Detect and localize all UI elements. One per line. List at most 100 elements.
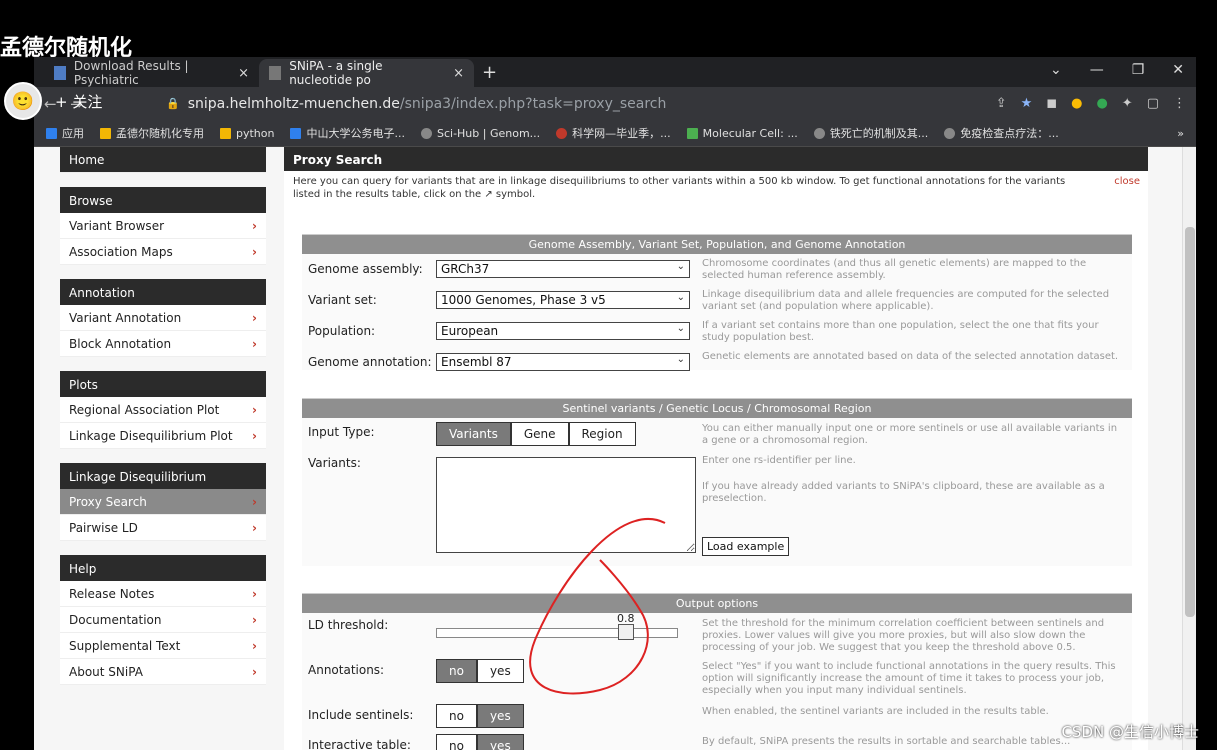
genome-section: Genome Assembly, Variant Set, Population… [302,234,1132,371]
sidebar-home-block: Home [60,147,266,173]
puzzle-icon[interactable]: ✦ [1122,96,1133,111]
chevron-right-icon: › [252,639,257,653]
sidebar-item-ld-plot[interactable]: Linkage Disequilibrium Plot › [60,423,266,449]
interactive-yes[interactable]: yes [476,734,524,750]
sidebar-item-pairwise-ld[interactable]: Pairwise LD › [60,515,266,541]
toolbar-icons: ⇪ ★ ◼ ● ● ✦ ▢ ⋮ [996,96,1186,111]
apps-icon [46,127,57,139]
tab-strip: Download Results | Psychiatric × SNiPA -… [34,57,1196,87]
avatar[interactable]: 🙂 [4,82,42,120]
sidebar-help-block: Help Release Notes › Documentation › Suppl… [60,555,266,685]
sidebar-item-block-annotation[interactable]: Block Annotation › [60,331,266,357]
sidebar-item-about-snipa[interactable]: About SNiPA › [60,659,266,685]
minimize-icon[interactable]: — [1090,62,1104,78]
variant-set-select[interactable]: 1000 Genomes, Phase 3 v5 ⌄ [436,291,690,309]
select-value: Ensembl 87 [441,355,512,369]
bookmark-scihub[interactable]: Sci-Hub | Genom... [420,127,540,140]
interactive-no[interactable]: no [436,734,477,750]
input-type-toggle: Variants Gene Region [436,422,636,446]
ld-threshold-slider[interactable] [436,628,678,638]
field-label: Variants: [308,456,361,470]
close-link[interactable]: close [1114,175,1140,188]
folder-icon [100,127,111,139]
close-icon[interactable]: × [238,66,249,81]
sidebar: Home Browse Variant Browser › Association… [60,147,266,699]
new-tab-icon[interactable]: + [482,62,497,83]
genome-annotation-select[interactable]: Ensembl 87 ⌄ [436,353,690,371]
sidebar-heading-annotation: Annotation [60,279,266,305]
sidebar-item-home[interactable]: Home [60,147,266,173]
scrollbar-thumb[interactable] [1185,227,1195,617]
annotations-toggle: no yes [436,659,524,683]
bookmark-ferroptosis[interactable]: 铁死亡的机制及其... [813,125,928,141]
sidebar-item-regional-plot[interactable]: Regional Association Plot › [60,397,266,423]
population-select[interactable]: European ⌄ [436,322,690,340]
extension-icon[interactable]: ● [1096,96,1107,111]
extension-icon[interactable]: ◼ [1046,96,1057,111]
sidebar-item-label: Supplemental Text [69,639,181,653]
sidebar-item-variant-browser[interactable]: Variant Browser › [60,213,266,239]
menu-icon[interactable]: ⋮ [1173,96,1186,111]
tab-download-results[interactable]: Download Results | Psychiatric × [44,59,259,87]
lock-icon[interactable]: 🔒 [166,97,180,110]
select-value: European [441,324,499,338]
field-label: Population: [308,324,376,338]
sidebar-item-documentation[interactable]: Documentation › [60,607,266,633]
help-text: Linkage disequilibrium data and allele f… [702,289,1110,312]
include-yes[interactable]: yes [476,704,524,728]
sidebar-item-release-notes[interactable]: Release Notes › [60,581,266,607]
scrollbar[interactable] [1182,147,1196,750]
star-icon[interactable]: ★ [1021,96,1033,111]
tab-label: SNiPA - a single nucleotide po [289,59,383,87]
input-type-region[interactable]: Region [568,422,636,446]
tab-snipa[interactable]: SNiPA - a single nucleotide po × [259,59,474,87]
section-heading: Sentinel variants / Genetic Locus / Chro… [302,399,1132,418]
bookmark-checkpoint[interactable]: 免疫检查点疗法：... [944,125,1059,141]
main-content: Proxy Search Here you can query for vari… [284,147,1148,750]
variants-textarea[interactable] [436,457,696,553]
slider-handle[interactable] [618,624,634,640]
bookmark-python[interactable]: python [220,127,274,140]
tab-label: Download Results | Psychiatric [73,59,189,87]
chevron-down-icon[interactable]: ⌄ [1050,62,1062,78]
sidebar-item-variant-annotation[interactable]: Variant Annotation › [60,305,266,331]
sidebar-item-supplemental-text[interactable]: Supplemental Text › [60,633,266,659]
genome-assembly-select[interactable]: GRCh37 ⌄ [436,260,690,278]
extension-icon[interactable]: ● [1071,96,1082,111]
bookmark-label: Molecular Cell: ... [702,126,798,140]
include-no[interactable]: no [436,704,477,728]
sidebar-heading-browse: Browse [60,187,266,213]
screen: 孟德尔随机化 🙂 + 关注 Download Results | Psychia… [0,0,1217,750]
url-host: snipa.helmholtz-muenchen.de [187,95,400,112]
annotations-yes[interactable]: yes [476,659,524,683]
chevron-right-icon: › [252,311,257,325]
population-row: Population: European ⌄ If a variant set c… [302,316,1132,347]
sidebar-heading-plots: Plots [60,371,266,397]
more-bookmarks-icon[interactable]: » [1177,127,1184,140]
help-text: You can either manually input one or mor… [702,423,1118,446]
help-text: Chromosome coordinates (and thus all gen… [702,258,1087,281]
chevron-down-icon: ⌄ [676,261,685,272]
chevron-right-icon: › [252,337,257,351]
input-type-variants[interactable]: Variants [436,422,511,446]
close-window-icon[interactable]: ✕ [1172,62,1184,78]
bookmark-mr[interactable]: 孟德尔随机化专用 [100,125,204,141]
bookmark-apps[interactable]: 应用 [46,125,84,141]
bookmark-sysu[interactable]: 中山大学公务电子... [290,125,405,141]
help-text: Genetic elements are annotated based on … [702,351,1119,362]
sidebar-item-proxy-search[interactable]: Proxy Search › [60,489,266,515]
input-type-gene[interactable]: Gene [510,422,569,446]
share-icon[interactable]: ⇪ [996,96,1007,111]
address-bar[interactable]: 🔒 snipa.helmholtz-muenchen.de/snipa3/ind… [166,96,666,112]
bookmark-sciencenet[interactable]: 科学网—毕业季，... [556,125,671,141]
section-heading: Genome Assembly, Variant Set, Population… [302,235,1132,254]
restore-icon[interactable]: ❐ [1132,62,1145,78]
follow-button[interactable]: + 关注 [55,91,102,112]
close-icon[interactable]: × [453,66,464,81]
sidepanel-icon[interactable]: ▢ [1147,96,1159,111]
sidebar-browse-block: Browse Variant Browser › Association Maps… [60,187,266,265]
sidebar-item-association-maps[interactable]: Association Maps › [60,239,266,265]
annotations-no[interactable]: no [436,659,477,683]
load-example-button[interactable]: Load example [702,537,790,556]
bookmark-molcell[interactable]: Molecular Cell: ... [686,126,798,140]
